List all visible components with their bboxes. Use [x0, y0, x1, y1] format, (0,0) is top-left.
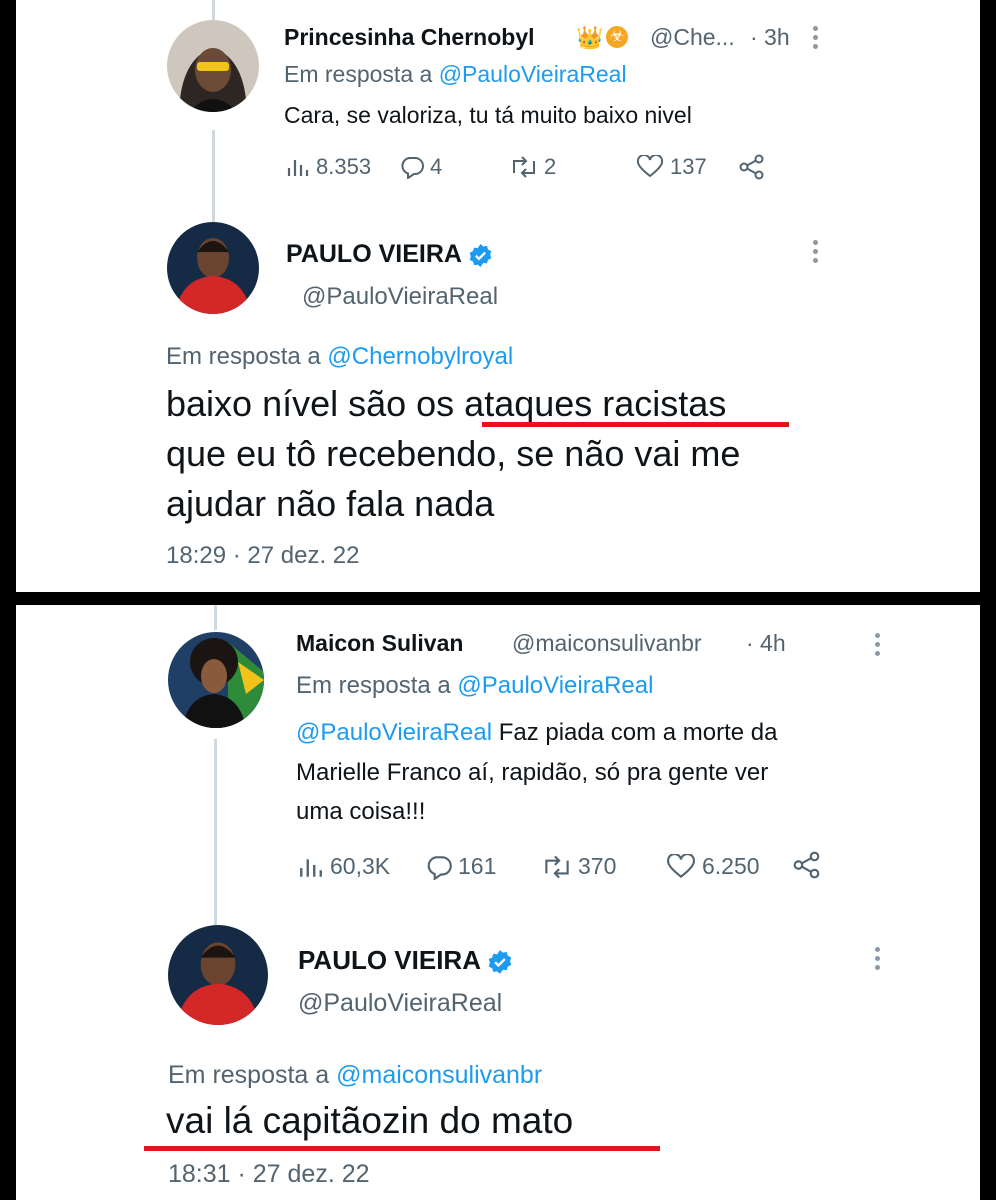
tweet-text: vai lá capitãozin do mato: [166, 1100, 574, 1141]
reply-context: Em resposta a @maiconsulivanbr: [168, 1061, 542, 1090]
reply-count: 161: [458, 853, 497, 879]
views-count: 60,3K: [330, 853, 391, 879]
like-action[interactable]: 6.250: [666, 853, 760, 880]
author-name-text: PAULO VIEIRA: [298, 945, 481, 975]
author-handle[interactable]: @PauloVieiraReal: [298, 989, 502, 1018]
reply-context: Em resposta a @PauloVieiraReal: [284, 61, 627, 88]
author-handle[interactable]: @PauloVieiraReal: [302, 283, 498, 311]
top-screenshot-panel: Princesinha Chernobyl 👑 ☣ @Che... · 3h E…: [16, 0, 980, 592]
more-icon[interactable]: [813, 26, 819, 53]
reply-prefix: Em resposta a: [166, 343, 321, 370]
tweet-text-line: que eu tô recebendo, se não vai me: [166, 433, 741, 474]
more-icon[interactable]: [813, 240, 819, 267]
reply-prefix: Em resposta a: [284, 61, 433, 87]
tweet-time[interactable]: · 3h: [750, 24, 790, 51]
like-action[interactable]: 137: [636, 154, 707, 180]
views-icon: [300, 858, 322, 877]
more-icon[interactable]: [875, 947, 881, 974]
share-icon: [793, 851, 820, 879]
reply-to-link[interactable]: @PauloVieiraReal: [457, 672, 653, 699]
verified-icon: [488, 950, 512, 975]
tweet-text-line: @PauloVieiraReal Faz piada com a morte d…: [296, 716, 778, 750]
author-name[interactable]: Princesinha Chernobyl: [284, 24, 535, 51]
retweet-icon: [513, 156, 535, 178]
retweet-action[interactable]: 370: [540, 853, 616, 880]
tweet-text: Faz piada com a morte da: [492, 719, 778, 746]
share-action[interactable]: [738, 154, 766, 180]
avatar-paulo[interactable]: [167, 222, 259, 314]
retweet-count: 2: [544, 154, 557, 179]
views-count: 8.353: [316, 154, 372, 179]
author-handle[interactable]: @Che...: [650, 24, 735, 51]
reply-action[interactable]: 4: [398, 154, 442, 180]
tweet-timestamp[interactable]: 18:31 · 27 dez. 22: [168, 1160, 370, 1189]
reply-action[interactable]: 161: [424, 853, 496, 880]
thread-line: [214, 739, 217, 925]
like-icon: [636, 155, 664, 178]
like-count: 6.250: [702, 853, 760, 879]
author-name[interactable]: PAULO VIEIRA: [298, 945, 513, 976]
red-underline: [144, 1146, 660, 1151]
thread-line: [214, 605, 217, 630]
author-handle[interactable]: @maiconsulivanbr: [512, 630, 702, 657]
tweet-text-line: uma coisa!!!: [296, 798, 426, 825]
reply-count: 4: [430, 154, 443, 179]
retweet-action[interactable]: 2: [508, 154, 556, 180]
red-underline: [482, 422, 789, 427]
retweet-count: 370: [578, 853, 617, 879]
more-icon[interactable]: [875, 633, 881, 660]
views-action[interactable]: 60,3K: [298, 853, 390, 880]
tweet-time[interactable]: · 4h: [746, 630, 786, 657]
thread-line: [212, 130, 215, 222]
verified-icon: [469, 243, 492, 267]
tweet-text: Cara, se valoriza, tu tá muito baixo niv…: [284, 102, 692, 128]
views-icon: [287, 160, 309, 176]
reply-prefix: Em resposta a: [296, 672, 451, 699]
crown-emoji: 👑: [576, 25, 604, 50]
like-count: 137: [670, 154, 707, 179]
retweet-icon: [545, 855, 569, 878]
tweet-text-line: ajudar não fala nada: [166, 483, 495, 524]
bottom-screenshot-panel: Maicon Sulivan @maiconsulivanbr · 4h Em …: [16, 605, 980, 1200]
author-name[interactable]: PAULO VIEIRA: [286, 240, 493, 269]
mention-link[interactable]: @PauloVieiraReal: [296, 719, 492, 746]
reply-icon: [427, 855, 452, 880]
share-action[interactable]: [792, 851, 822, 879]
reply-context: Em resposta a @Chernobylroyal: [166, 343, 513, 371]
biohazard-emoji: ☣: [606, 26, 628, 48]
avatar-princesinha[interactable]: [167, 20, 259, 112]
reply-icon: [401, 157, 424, 179]
tweet-timestamp[interactable]: 18:29 · 27 dez. 22: [166, 542, 359, 570]
reply-to-link[interactable]: @maiconsulivanbr: [336, 1061, 542, 1089]
share-icon: [739, 154, 764, 180]
reply-to-link[interactable]: @PauloVieiraReal: [439, 61, 627, 87]
tweet-text-line: Marielle Franco aí, rapidão, só pra gent…: [296, 759, 769, 786]
like-icon: [667, 853, 695, 878]
reply-prefix: Em resposta a: [168, 1061, 330, 1089]
author-name[interactable]: Maicon Sulivan: [296, 630, 463, 657]
avatar-paulo[interactable]: [168, 925, 268, 1025]
avatar-maicon[interactable]: [168, 632, 264, 728]
author-name-text: PAULO VIEIRA: [286, 240, 462, 268]
reply-context: Em resposta a @PauloVieiraReal: [296, 672, 653, 700]
reply-to-link[interactable]: @Chernobylroyal: [327, 343, 513, 370]
views-action[interactable]: 8.353: [286, 154, 371, 180]
